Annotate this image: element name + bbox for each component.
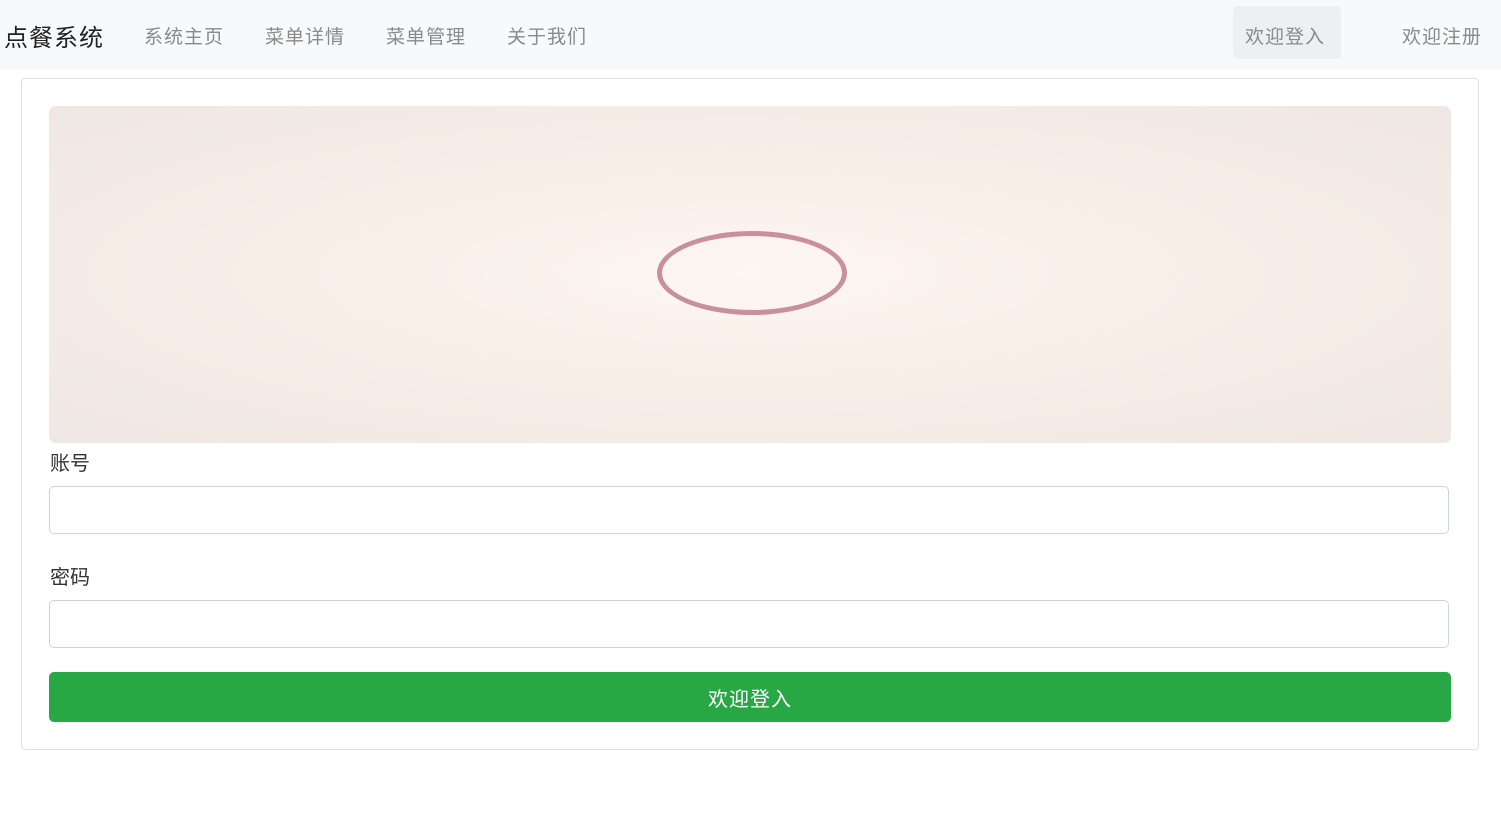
brand-title[interactable]: 点餐系统 bbox=[4, 18, 104, 53]
love-banner-image bbox=[49, 106, 1451, 443]
nav-register-link[interactable]: 欢迎注册 bbox=[1402, 22, 1482, 49]
account-label: 账号 bbox=[50, 451, 90, 475]
account-input[interactable] bbox=[49, 486, 1449, 534]
password-label: 密码 bbox=[50, 565, 90, 589]
login-card: 账号 密码 欢迎登入 bbox=[21, 78, 1479, 750]
password-input[interactable] bbox=[49, 600, 1449, 648]
nav-link-menu-details[interactable]: 菜单详情 bbox=[265, 22, 345, 49]
nav-login-label: 欢迎登入 bbox=[1245, 26, 1326, 48]
love-badge-logo bbox=[657, 231, 847, 315]
top-navbar: 点餐系统 系统主页 菜单详情 菜单管理 关于我们 欢迎登入 欢迎注册 bbox=[0, 0, 1501, 70]
nav-login-button[interactable]: 欢迎登入 bbox=[1233, 6, 1341, 59]
login-submit-button[interactable]: 欢迎登入 bbox=[49, 672, 1451, 722]
nav-link-menu-management[interactable]: 菜单管理 bbox=[386, 22, 466, 49]
nav-link-about-us[interactable]: 关于我们 bbox=[507, 22, 587, 49]
nav-link-home[interactable]: 系统主页 bbox=[144, 22, 224, 49]
